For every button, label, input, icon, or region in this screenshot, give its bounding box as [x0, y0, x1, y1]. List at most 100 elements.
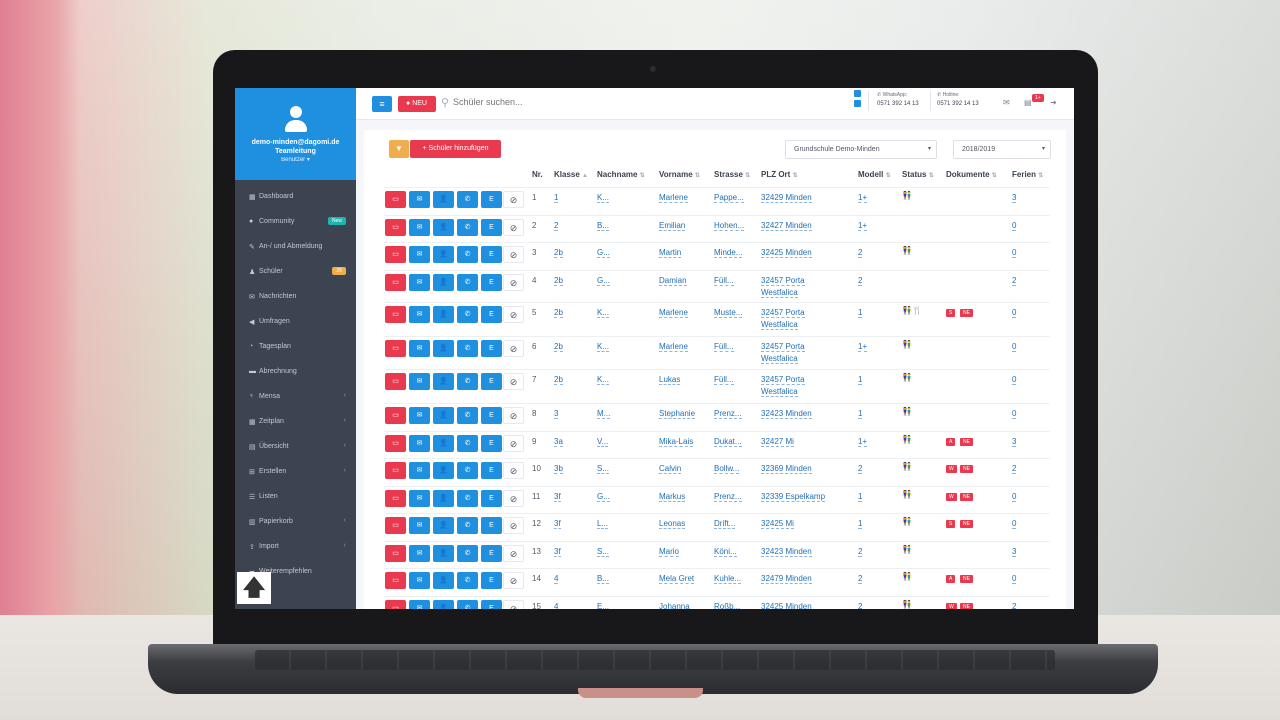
table-row[interactable]: ▭ ✉ 👤 ✆ E ⊘ 8 3 M... Stephanie Prenz... 1 0 32423 Min…	[384, 403, 1050, 431]
file-icon[interactable]: ▤	[1024, 98, 1032, 107]
class-cell[interactable]: 1	[554, 192, 559, 204]
street-cell[interactable]: Prenz...	[714, 491, 742, 503]
lastname-cell[interactable]: E...	[597, 601, 610, 609]
holidays-cell[interactable]: 0	[1012, 408, 1017, 420]
class-cell[interactable]: 3f	[554, 491, 561, 503]
e-button[interactable]: E	[481, 219, 502, 236]
document-badge[interactable]: W	[946, 465, 957, 473]
column-header[interactable]: Strasse ⇅	[714, 170, 750, 179]
e-button[interactable]: E	[481, 191, 502, 208]
lastname-cell[interactable]: K...	[597, 192, 610, 204]
e-button[interactable]: E	[481, 462, 502, 479]
e-button[interactable]: E	[481, 545, 502, 562]
e-button[interactable]: E	[481, 407, 502, 424]
firstname-cell[interactable]: Stephanie	[659, 408, 696, 420]
table-row[interactable]: ▭ ✉ 👤 ✆ E ⊘ 3 2b G... Martin Minde... 2 0 32425 Minde…	[384, 242, 1050, 270]
plz-city-cell[interactable]: 32427 Minden	[761, 220, 812, 232]
firstname-cell[interactable]: Marlene	[659, 341, 688, 353]
street-cell[interactable]: Pappe...	[714, 192, 744, 204]
e-button[interactable]: E	[481, 373, 502, 390]
model-cell[interactable]: 1+	[858, 436, 868, 448]
table-row[interactable]: ▭ ✉ 👤 ✆ E ⊘ 13 3f S... Mario Köni... 2 3 32423 Minden…	[384, 541, 1050, 568]
phone-button[interactable]: ✆	[457, 306, 478, 323]
model-cell[interactable]: 1+	[858, 341, 868, 353]
lastname-cell[interactable]: B...	[597, 573, 610, 585]
sidebar-item-9[interactable]: ▦ Zeitplan ‹	[235, 409, 356, 434]
sidebar-item-10[interactable]: ▤ Übersicht ‹	[235, 434, 356, 459]
e-button[interactable]: E	[481, 274, 502, 291]
scroll-top-button[interactable]: 🡅	[237, 572, 271, 604]
plz-city-cell[interactable]: 32339 Espelkamp	[761, 491, 826, 503]
lastname-cell[interactable]: K...	[597, 341, 610, 353]
holidays-cell[interactable]: 0	[1012, 518, 1017, 530]
model-cell[interactable]: 1+	[858, 192, 868, 204]
model-cell[interactable]: 2	[858, 546, 863, 558]
mail-button[interactable]: ✉	[409, 600, 430, 609]
person-button[interactable]: 👤	[433, 545, 454, 562]
model-cell[interactable]: 1+	[858, 220, 868, 232]
holidays-cell[interactable]: 0	[1012, 307, 1017, 319]
filter-button[interactable]: ▼	[389, 140, 409, 158]
firstname-cell[interactable]: Marlene	[659, 192, 688, 204]
disable-button[interactable]: ⊘	[503, 246, 524, 263]
column-header[interactable]: Status ⇅	[902, 170, 934, 179]
plz-city-cell[interactable]: 32457 Porta Westfalica	[761, 275, 805, 299]
phone-button[interactable]: ✆	[457, 340, 478, 357]
person-button[interactable]: 👤	[433, 600, 454, 609]
table-row[interactable]: ▭ ✉ 👤 ✆ E ⊘ 6 2b K... Marlene Füll... 1+ 0 32457 Port…	[384, 336, 1050, 369]
e-button[interactable]: E	[481, 246, 502, 263]
mail-button[interactable]: ✉	[409, 274, 430, 291]
lastname-cell[interactable]: K...	[597, 374, 610, 386]
add-student-button[interactable]: + Schüler hinzufügen	[410, 140, 501, 158]
model-cell[interactable]: 1	[858, 408, 863, 420]
model-cell[interactable]: 1	[858, 374, 863, 386]
column-header[interactable]: Ferien ⇅	[1012, 170, 1043, 179]
document-badge[interactable]: S	[946, 520, 956, 528]
holidays-cell[interactable]: 0	[1012, 491, 1017, 503]
lastname-cell[interactable]: S...	[597, 463, 610, 475]
street-cell[interactable]: Roßb...	[714, 601, 741, 609]
sidebar-item-5[interactable]: ◀ Umfragen	[235, 309, 356, 334]
envelope-icon[interactable]: ✉	[1003, 98, 1010, 107]
phone-button[interactable]: ✆	[457, 545, 478, 562]
mail-button[interactable]: ✉	[409, 545, 430, 562]
e-button[interactable]: E	[481, 490, 502, 507]
logout-icon[interactable]: ➜	[1050, 98, 1057, 107]
firstname-cell[interactable]: Markus	[659, 491, 686, 503]
street-cell[interactable]: Füll...	[714, 275, 734, 287]
holidays-cell[interactable]: 2	[1012, 463, 1017, 475]
person-button[interactable]: 👤	[433, 462, 454, 479]
street-cell[interactable]: Köni...	[714, 546, 737, 558]
person-button[interactable]: 👤	[433, 191, 454, 208]
document-badge[interactable]: NE	[960, 603, 973, 609]
lastname-cell[interactable]: S...	[597, 546, 610, 558]
lastname-cell[interactable]: B...	[597, 220, 610, 232]
document-badge[interactable]: S	[946, 309, 956, 317]
hotline-contact[interactable]: ✆ Hotline: 0571 392 14 13	[937, 91, 979, 109]
person-button[interactable]: 👤	[433, 274, 454, 291]
column-header[interactable]: PLZ Ort ⇅	[761, 170, 798, 179]
mail-button[interactable]: ✉	[409, 191, 430, 208]
holidays-cell[interactable]: 0	[1012, 573, 1017, 585]
mail-button[interactable]: ✉	[409, 219, 430, 236]
model-cell[interactable]: 1	[858, 307, 863, 319]
sidebar-item-2[interactable]: ✎ An-/ und Abmeldung	[235, 234, 356, 259]
id-card-button[interactable]: ▭	[385, 435, 406, 452]
class-cell[interactable]: 3f	[554, 518, 561, 530]
street-cell[interactable]: Hohen...	[714, 220, 745, 232]
sidebar-item-6[interactable]: ◔ Tagesplan	[235, 334, 356, 359]
id-card-button[interactable]: ▭	[385, 191, 406, 208]
plz-city-cell[interactable]: 32423 Minden	[761, 408, 812, 420]
plz-city-cell[interactable]: 32457 Porta Westfalica	[761, 341, 805, 365]
year-select[interactable]: 2018/2019 ▾	[953, 140, 1051, 159]
class-cell[interactable]: 2b	[554, 374, 563, 386]
table-row[interactable]: ▭ ✉ 👤 ✆ E ⊘ 4 2b G... Damian Füll... 2 2 32457 Porta W…	[384, 270, 1050, 302]
class-cell[interactable]: 4	[554, 573, 559, 585]
column-header[interactable]: Nachname ⇅	[597, 170, 645, 179]
id-card-button[interactable]: ▭	[385, 572, 406, 589]
document-badge[interactable]: NE	[960, 493, 973, 501]
class-cell[interactable]: 3b	[554, 463, 563, 475]
model-cell[interactable]: 1	[858, 491, 863, 503]
menu-toggle-button[interactable]: ≡	[372, 96, 392, 112]
firstname-cell[interactable]: Lukas	[659, 374, 681, 386]
